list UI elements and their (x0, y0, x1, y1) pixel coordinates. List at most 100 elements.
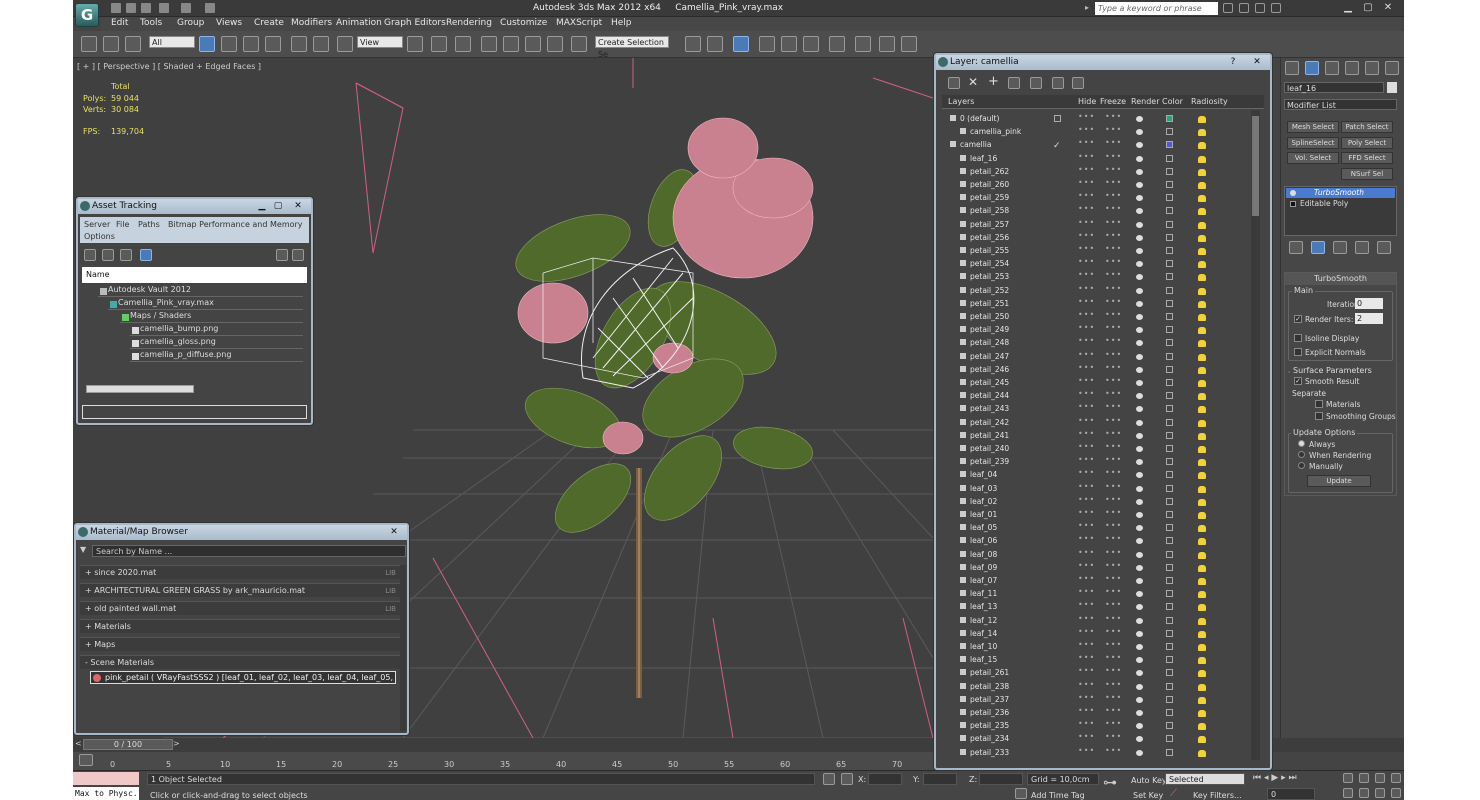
layer-row[interactable]: petail_247 ••• ••• (942, 350, 1247, 364)
pivot-center-icon[interactable] (407, 36, 423, 52)
render-teapot-icon[interactable] (1136, 234, 1143, 241)
radiosity-bulb-icon[interactable] (1198, 248, 1206, 255)
menu-graph-editors[interactable]: Graph Editors (384, 18, 446, 28)
layer-row[interactable]: leaf_16 ••• ••• (942, 152, 1247, 166)
freeze-toggle[interactable]: ••• (1105, 429, 1122, 438)
radiosity-bulb-icon[interactable] (1198, 168, 1206, 176)
hide-toggle[interactable]: ••• (1078, 482, 1095, 491)
radiosity-bulb-icon[interactable] (1198, 221, 1206, 229)
menu-tools[interactable]: Tools (140, 18, 162, 28)
layer-color-swatch[interactable] (1166, 181, 1173, 188)
layer-row[interactable]: petail_242 ••• ••• (942, 416, 1247, 430)
render-teapot-icon[interactable] (1136, 591, 1143, 598)
radiosity-bulb-icon[interactable] (1198, 498, 1206, 506)
render-teapot-icon[interactable] (1136, 644, 1143, 650)
layer-manager-title-bar[interactable]: Layer: camellia ? ✕ (936, 55, 1270, 70)
radiosity-bulb-icon[interactable] (1198, 353, 1206, 361)
add-time-tag[interactable]: Add Time Tag (1031, 791, 1085, 800)
hide-toggle[interactable]: ••• (1078, 350, 1095, 359)
patch-select-button[interactable]: Patch Select (1341, 121, 1393, 133)
layer-row[interactable]: petail_239 ••• ••• (942, 455, 1247, 469)
freeze-toggle[interactable]: ••• (1105, 310, 1122, 319)
key-icon[interactable]: ⊶ (1103, 775, 1117, 791)
freeze-toggle[interactable]: ••• (1105, 574, 1122, 583)
hide-toggle[interactable]: ••• (1078, 138, 1095, 147)
render-teapot-icon[interactable] (1136, 393, 1143, 400)
z-coordinate-field[interactable] (979, 773, 1023, 785)
hide-toggle[interactable]: ••• (1078, 416, 1095, 425)
key-filters-button[interactable]: Key Filters... (1193, 791, 1242, 800)
bulb-toggle-icon[interactable] (1290, 190, 1296, 196)
x-coordinate-field[interactable] (868, 773, 902, 785)
layer-row[interactable]: petail_237 ••• ••• (942, 693, 1247, 707)
menu-animation[interactable]: Animation (336, 18, 382, 28)
schematic-view-icon[interactable] (803, 36, 819, 52)
layer-row[interactable]: petail_258 ••• ••• (942, 204, 1247, 218)
freeze-toggle[interactable]: ••• (1105, 719, 1122, 728)
material-search-input[interactable]: Search by Name ... (92, 545, 406, 557)
new-layer-icon[interactable] (948, 77, 960, 89)
radiosity-bulb-icon[interactable] (1198, 366, 1206, 374)
radiosity-bulb-icon[interactable] (1198, 578, 1206, 585)
select-manipulate-icon[interactable] (431, 36, 447, 52)
hide-toggle[interactable]: ••• (1078, 508, 1095, 517)
layer-expand-icon[interactable] (950, 141, 956, 148)
render-teapot-icon[interactable] (1136, 472, 1143, 479)
poly-select-button[interactable]: Poly Select (1341, 137, 1393, 149)
materials-checkbox[interactable] (1315, 400, 1323, 408)
hide-toggle[interactable]: ••• (1078, 666, 1095, 675)
radiosity-bulb-icon[interactable] (1198, 683, 1206, 691)
mini-curve-editor-icon[interactable] (79, 754, 93, 766)
hide-toggle[interactable]: ••• (1078, 653, 1095, 662)
layer-row[interactable]: petail_254 ••• ••• (942, 257, 1247, 271)
render-teapot-icon[interactable] (1136, 208, 1143, 215)
render-teapot-icon[interactable] (1136, 380, 1143, 386)
scene-material-item[interactable]: pink_petail ( VRayFastSSS2 ) [leaf_01, l… (90, 671, 396, 684)
col-hide[interactable]: Hide (1078, 97, 1096, 106)
hide-toggle[interactable]: ••• (1078, 152, 1095, 161)
hide-toggle[interactable]: ••• (1078, 270, 1095, 279)
layer-row[interactable]: leaf_11 ••• ••• (942, 587, 1247, 601)
hide-toggle[interactable]: ••• (1078, 336, 1095, 345)
keyboard-shortcut-icon[interactable] (455, 36, 471, 52)
layer-color-swatch[interactable] (1166, 669, 1173, 677)
layer-row[interactable]: petail_261 ••• ••• (942, 666, 1247, 680)
render-teapot-icon[interactable] (1136, 432, 1143, 439)
layer-color-swatch[interactable] (1166, 524, 1173, 532)
freeze-all-layers-icon[interactable] (1072, 77, 1084, 89)
layer-color-swatch[interactable] (1166, 682, 1173, 690)
layer-row[interactable]: leaf_04 ••• ••• (942, 468, 1247, 482)
hide-toggle[interactable]: ••• (1078, 561, 1095, 570)
stack-item-turbosmooth[interactable]: TurboSmooth (1286, 188, 1395, 198)
project-folder-icon[interactable] (205, 3, 215, 13)
library-old-painted-wall[interactable]: + old painted wall.mat LIB (80, 601, 400, 615)
hide-toggle[interactable]: ••• (1078, 706, 1095, 715)
hide-toggle[interactable]: ••• (1078, 165, 1095, 174)
layer-expand-icon[interactable] (950, 115, 956, 121)
menu-customize[interactable]: Customize (500, 18, 547, 28)
hide-toggle[interactable]: ••• (1078, 534, 1095, 543)
hide-toggle[interactable]: ••• (1078, 455, 1095, 464)
render-teapot-icon[interactable] (1136, 195, 1143, 202)
menu-options[interactable]: Options (84, 232, 115, 241)
remove-modifier-icon[interactable] (1355, 241, 1369, 254)
radiosity-bulb-icon[interactable] (1198, 142, 1206, 150)
freeze-toggle[interactable]: ••• (1105, 746, 1122, 755)
redo-icon[interactable] (181, 3, 191, 13)
freeze-toggle[interactable]: ••• (1105, 587, 1122, 596)
nsurf-sel-button[interactable]: NSurf Sel (1341, 168, 1393, 180)
radiosity-bulb-icon[interactable] (1198, 591, 1206, 599)
hide-toggle[interactable]: ••• (1078, 442, 1095, 451)
render-teapot-icon[interactable] (1136, 498, 1143, 505)
select-objects-in-layer-icon[interactable] (1008, 77, 1020, 89)
close-icon[interactable]: ✕ (291, 200, 305, 212)
close-icon[interactable]: ✕ (1250, 56, 1264, 68)
layer-row[interactable]: petail_236 ••• ••• (942, 706, 1247, 720)
binoculars-icon[interactable] (1223, 3, 1233, 13)
manually-radio[interactable] (1298, 462, 1305, 469)
layer-row[interactable]: petail_235 ••• ••• (942, 719, 1247, 733)
layer-color-swatch[interactable] (1166, 273, 1173, 281)
freeze-toggle[interactable]: ••• (1105, 455, 1122, 464)
field-of-view-icon[interactable] (1343, 788, 1353, 798)
layer-color-swatch[interactable] (1166, 748, 1173, 756)
